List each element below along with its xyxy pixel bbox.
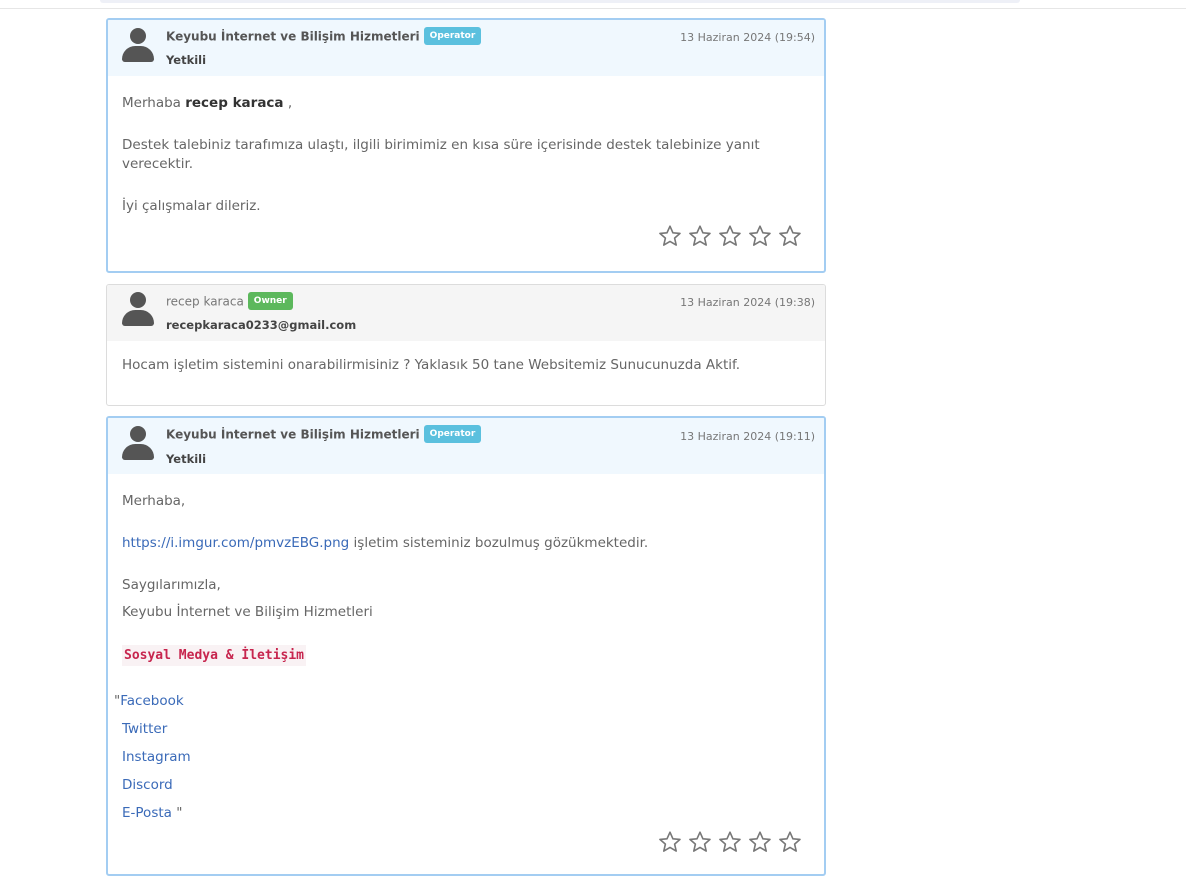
reply-header: Keyubu İnternet ve Bilişim Hizmetleri Ope…	[108, 20, 824, 76]
reply-header: Keyubu İnternet ve Bilişim Hizmetleri Ope…	[108, 418, 824, 474]
greeting: Merhaba recep karaca ,	[122, 95, 293, 111]
body-line: Hocam işletim sistemini onarabilirmisini…	[122, 357, 741, 373]
social-links: "Facebook Twitter Instagram Discord E-Po…	[114, 687, 810, 827]
reply-date: 13 Haziran 2024 (19:11)	[680, 430, 815, 443]
user-avatar-icon	[122, 426, 154, 460]
facebook-link[interactable]: Facebook	[120, 693, 183, 709]
reply-body: Merhaba recep karaca , Destek talebiniz …	[108, 76, 824, 216]
star-icon[interactable]	[748, 224, 772, 248]
ticket-reply-operator: Keyubu İnternet ve Bilişim Hizmetleri Ope…	[106, 18, 826, 273]
author-name: Keyubu İnternet ve Bilişim Hizmetleri Ope…	[166, 27, 482, 46]
star-icon[interactable]	[718, 830, 742, 854]
greeting-name: recep karaca	[185, 95, 284, 111]
author-role: Yetkili	[166, 452, 207, 466]
reply-date: 13 Haziran 2024 (19:54)	[680, 31, 815, 44]
author-email: recepkaraca0233@gmail.com	[166, 318, 357, 332]
star-icon[interactable]	[778, 224, 802, 248]
star-icon[interactable]	[718, 224, 742, 248]
social-link-row: "Facebook	[114, 693, 184, 709]
social-title: Sosyal Medya & İletişim	[122, 645, 307, 666]
screenshot-link[interactable]: https://i.imgur.com/pmvzEBG.png	[122, 535, 349, 551]
reply-body: Merhaba, https://i.imgur.com/pmvzEBG.png…	[108, 474, 824, 827]
user-avatar-icon	[122, 28, 154, 62]
rating-stars[interactable]	[658, 224, 802, 248]
discord-link[interactable]: Discord	[122, 777, 173, 793]
company-name: Keyubu İnternet ve Bilişim Hizmetleri	[122, 604, 373, 620]
ticket-reply-owner: recep karaca Owner recepkaraca0233@gmail.…	[106, 284, 826, 406]
top-divider	[0, 8, 1186, 9]
owner-badge: Owner	[247, 292, 293, 310]
email-link[interactable]: E-Posta	[122, 805, 172, 821]
user-avatar-icon	[122, 292, 154, 326]
body-line: https://i.imgur.com/pmvzEBG.png işletim …	[122, 535, 649, 551]
social-link-row: Instagram	[114, 743, 810, 771]
reply-body: Hocam işletim sistemini onarabilirmisini…	[107, 341, 825, 375]
author-role: Yetkili	[166, 53, 207, 67]
social-link-row: E-Posta "	[122, 805, 183, 821]
reply-header: recep karaca Owner recepkaraca0233@gmail.…	[107, 285, 825, 341]
star-icon[interactable]	[688, 830, 712, 854]
greeting: Merhaba,	[122, 493, 186, 509]
body-line: Destek talebiniz tarafımıza ulaştı, ilgi…	[122, 137, 760, 172]
star-icon[interactable]	[658, 830, 682, 854]
star-icon[interactable]	[688, 224, 712, 248]
operator-badge: Operator	[423, 27, 482, 45]
regards: Saygılarımızla,	[122, 577, 221, 593]
star-icon[interactable]	[778, 830, 802, 854]
star-icon[interactable]	[748, 830, 772, 854]
twitter-link[interactable]: Twitter	[122, 721, 167, 737]
author-name: Keyubu İnternet ve Bilişim Hizmetleri Ope…	[166, 425, 482, 444]
ticket-reply-operator: Keyubu İnternet ve Bilişim Hizmetleri Ope…	[106, 416, 826, 876]
social-link-row: Discord	[114, 771, 810, 799]
operator-badge: Operator	[423, 425, 482, 443]
rating-stars[interactable]	[658, 830, 802, 854]
star-icon[interactable]	[658, 224, 682, 248]
top-shadow	[100, 0, 1020, 3]
social-title-line: Sosyal Medya & İletişim	[122, 645, 810, 666]
author-name: recep karaca Owner	[166, 292, 293, 311]
body-line: İyi çalışmalar dileriz.	[122, 198, 261, 214]
reply-date: 13 Haziran 2024 (19:38)	[680, 296, 815, 309]
social-link-row: Twitter	[114, 715, 810, 743]
instagram-link[interactable]: Instagram	[122, 749, 191, 765]
